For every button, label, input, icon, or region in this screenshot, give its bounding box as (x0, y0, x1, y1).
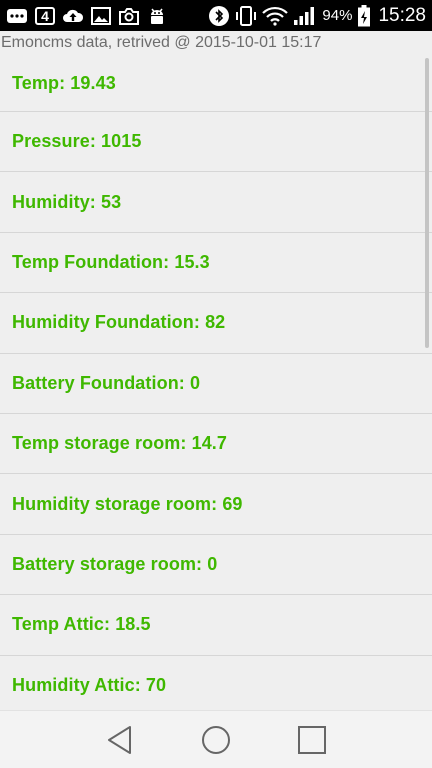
notification-icons: 4 (6, 6, 167, 25)
signal-icon (293, 6, 317, 26)
list-item-label: Battery storage room: 0 (12, 553, 218, 574)
message-icon (6, 7, 28, 25)
home-icon (202, 725, 230, 754)
list-item-label: Humidity Foundation: 82 (12, 312, 226, 333)
clock-time: 15:28 (378, 4, 426, 26)
list-item[interactable]: Temp Attic: 18.5 (0, 595, 432, 656)
list-item-label: Pressure: 1015 (12, 131, 142, 152)
scrollbar[interactable] (425, 58, 429, 348)
list-item-label: Humidity: 53 (12, 191, 122, 212)
bluetooth-icon (208, 5, 230, 27)
list-item-label: Temp storage room: 14.7 (12, 433, 228, 454)
home-button[interactable] (196, 720, 236, 760)
camera-icon (118, 7, 140, 25)
battery-charging-icon (357, 4, 371, 27)
navigation-bar (0, 710, 432, 768)
list-item-label: Temp: 19.43 (12, 72, 116, 93)
list-item[interactable]: Pressure: 1015 (0, 112, 432, 173)
image-icon (91, 6, 111, 25)
wifi-icon (262, 6, 289, 26)
recents-icon (298, 725, 326, 754)
sensor-list[interactable]: Temp: 19.43 Pressure: 1015 Humidity: 53 Tem… (0, 55, 432, 710)
list-item-label: Temp Foundation: 15.3 (12, 251, 210, 272)
back-button[interactable] (100, 720, 140, 760)
list-item-label: Humidity storage room: 69 (12, 493, 243, 514)
badge-4-icon: 4 (35, 6, 55, 25)
list-item[interactable]: Battery storage room: 0 (0, 535, 432, 596)
list-item-label: Humidity Attic: 70 (12, 674, 167, 695)
recents-button[interactable] (292, 720, 332, 760)
cloud-upload-icon (62, 7, 84, 25)
list-item-label: Temp Attic: 18.5 (12, 614, 151, 635)
list-item[interactable]: Temp storage room: 14.7 (0, 414, 432, 475)
android-debug-icon (147, 7, 167, 25)
list-item[interactable]: Humidity: 53 (0, 172, 432, 233)
status-bar: 4 94% 15:28 (0, 0, 432, 31)
list-item-label: Battery Foundation: 0 (12, 372, 201, 393)
page-title: Emoncms data, retrived @ 2015-10-01 15:1… (1, 34, 322, 51)
system-status: 94% 15:28 (208, 4, 426, 27)
list-item[interactable]: Temp: 19.43 (0, 55, 432, 112)
list-item[interactable]: Humidity storage room: 69 (0, 474, 432, 535)
list-item[interactable]: Temp Foundation: 15.3 (0, 233, 432, 294)
list-item[interactable]: Battery Foundation: 0 (0, 354, 432, 414)
list-item[interactable]: Humidity Attic: 70 (0, 656, 432, 710)
list-item[interactable]: Humidity Foundation: 82 (0, 293, 432, 354)
vibrate-icon (235, 5, 257, 26)
battery-percent: 94% (322, 7, 353, 24)
back-icon (108, 725, 131, 754)
